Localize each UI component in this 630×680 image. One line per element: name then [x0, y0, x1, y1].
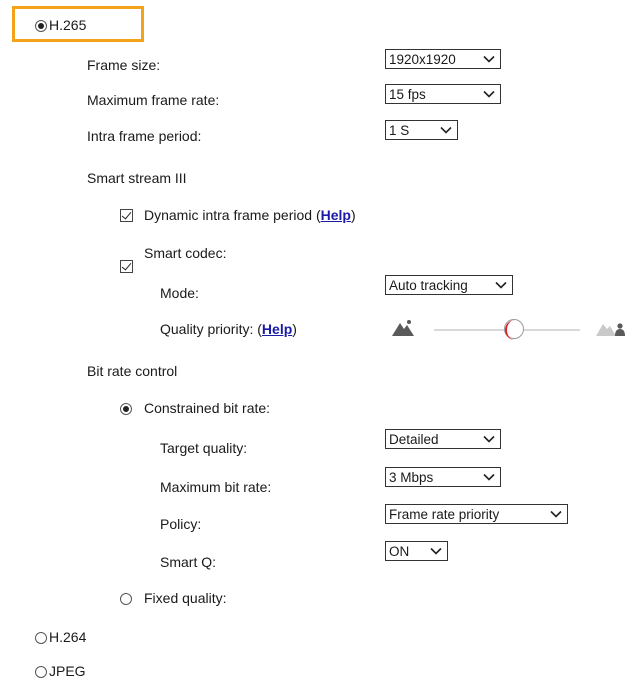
checkmark-icon	[121, 260, 132, 271]
quality-slider-knob[interactable]	[504, 319, 525, 340]
frame-size-value: 1920x1920	[389, 51, 456, 67]
jpeg-label[interactable]: JPEG	[49, 662, 86, 680]
fixed-quality-radio[interactable]	[120, 593, 132, 605]
mode-select[interactable]: Auto tracking	[385, 275, 513, 295]
radio-selected-dot	[38, 23, 44, 29]
frame-size-select[interactable]: 1920x1920	[385, 49, 501, 69]
quality-priority-row: Quality priority: (Help)	[160, 320, 297, 338]
target-quality-value: Detailed	[389, 431, 439, 447]
bit-rate-control-title: Bit rate control	[87, 363, 178, 379]
chevron-down-icon	[547, 505, 565, 523]
target-quality-select[interactable]: Detailed	[385, 429, 501, 449]
checkmark-icon	[121, 209, 132, 220]
radio-selected-dot	[123, 406, 129, 412]
smart-q-select[interactable]: ON	[385, 541, 448, 561]
fixed-quality-label[interactable]: Fixed quality:	[144, 589, 226, 607]
smart-q-label: Smart Q:	[160, 554, 217, 570]
h265-label[interactable]: H.265	[49, 16, 86, 34]
chevron-down-icon	[492, 276, 510, 294]
smart-q-value: ON	[389, 543, 410, 559]
dynamic-intra-checkbox[interactable]	[120, 209, 133, 222]
mode-label: Mode:	[160, 285, 199, 301]
policy-label: Policy:	[160, 516, 202, 532]
max-bit-rate-select[interactable]: 3 Mbps	[385, 467, 501, 487]
mode-value: Auto tracking	[389, 277, 468, 293]
constrained-bit-rate-label[interactable]: Constrained bit rate:	[144, 399, 270, 417]
intra-frame-period-select[interactable]: 1 S	[385, 120, 458, 140]
chevron-down-icon	[480, 468, 498, 486]
chevron-down-icon	[480, 50, 498, 68]
quality-priority-help-link[interactable]: Help	[262, 321, 292, 337]
dynamic-intra-suffix: )	[350, 207, 356, 223]
max-frame-rate-select[interactable]: 15 fps	[385, 84, 501, 104]
h264-radio[interactable]	[35, 632, 47, 644]
dynamic-intra-label: Dynamic intra frame period (	[144, 207, 321, 223]
h265-radio[interactable]	[35, 20, 47, 32]
intra-frame-period-label: Intra frame period:	[87, 128, 202, 144]
target-quality-label: Target quality:	[160, 440, 248, 456]
intra-frame-period-value: 1 S	[389, 122, 410, 138]
jpeg-radio[interactable]	[35, 666, 47, 678]
dynamic-intra-help-link[interactable]: Help	[321, 207, 351, 223]
policy-value: Frame rate priority	[389, 506, 500, 522]
slider-knob-accent	[505, 320, 525, 340]
landscape-icon	[392, 318, 418, 341]
max-frame-rate-value: 15 fps	[389, 86, 426, 102]
max-bit-rate-value: 3 Mbps	[389, 469, 434, 485]
smart-codec-checkbox[interactable]	[120, 260, 133, 273]
chevron-down-icon	[437, 121, 455, 139]
smart-stream-title: Smart stream III	[87, 170, 187, 186]
h264-label[interactable]: H.264	[49, 628, 86, 646]
max-bit-rate-label: Maximum bit rate:	[160, 479, 272, 495]
smart-codec-label: Smart codec:	[144, 245, 227, 261]
policy-select[interactable]: Frame rate priority	[385, 504, 568, 524]
chevron-down-icon	[480, 430, 498, 448]
landscape-person-icon	[596, 318, 626, 341]
frame-size-label: Frame size:	[87, 57, 161, 73]
dynamic-intra-row: Dynamic intra frame period (Help)	[144, 206, 356, 224]
chevron-down-icon	[427, 542, 445, 560]
quality-priority-label: Quality priority: (	[160, 321, 262, 337]
max-frame-rate-label: Maximum frame rate:	[87, 92, 220, 108]
chevron-down-icon	[480, 85, 498, 103]
constrained-bit-rate-radio[interactable]	[120, 403, 132, 415]
quality-priority-suffix: )	[292, 321, 297, 337]
